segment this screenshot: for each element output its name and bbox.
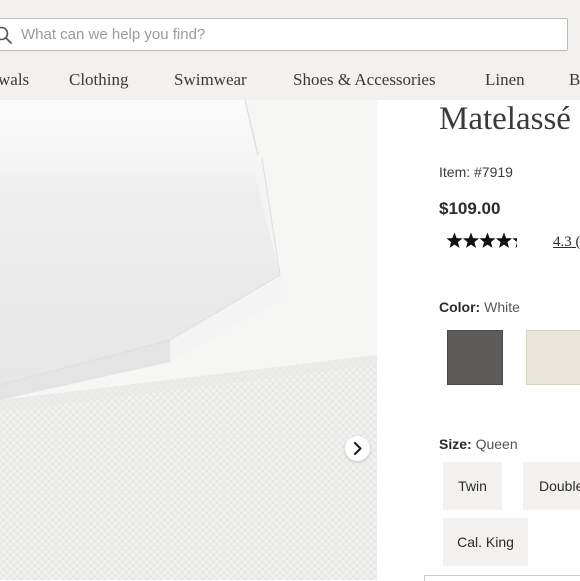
site-header: wals Clothing Swimwear Shoes & Accessori… <box>0 0 580 100</box>
carousel-next-button[interactable] <box>345 436 370 461</box>
nav-item-linen[interactable]: Linen <box>485 70 525 90</box>
color-swatch-white[interactable] <box>526 330 580 385</box>
size-option-twin[interactable]: Twin <box>443 462 502 510</box>
product-photo <box>0 100 377 580</box>
nav-item-shoes-accessories[interactable]: Shoes & Accessories <box>293 70 436 90</box>
item-number: Item: #7919 <box>439 164 513 180</box>
search-input[interactable] <box>21 19 541 50</box>
nav-item-swimwear[interactable]: Swimwear <box>174 70 247 90</box>
product-price: $109.00 <box>439 199 501 218</box>
star-rating <box>446 232 517 248</box>
product-image[interactable] <box>0 100 377 580</box>
size-option-double[interactable]: Double <box>523 462 580 510</box>
star-icon <box>479 232 496 248</box>
reviews-link[interactable]: 4.3 ( <box>553 234 580 251</box>
drawer-panel-edge <box>424 575 580 581</box>
star-icon <box>446 232 463 248</box>
category-nav: wals Clothing Swimwear Shoes & Accessori… <box>0 70 580 90</box>
nav-item-clothing[interactable]: Clothing <box>69 70 129 90</box>
color-label: Color: White <box>439 299 520 315</box>
nav-item-wals[interactable]: wals <box>0 70 29 90</box>
size-label: Size: Queen <box>439 436 518 452</box>
star-icon <box>495 232 513 248</box>
nav-item-more[interactable]: B <box>569 70 580 90</box>
size-option-cal-king[interactable]: Cal. King <box>443 518 528 566</box>
chevron-right-icon <box>353 441 362 456</box>
star-icon <box>462 232 480 248</box>
search-bar[interactable] <box>0 18 568 51</box>
search-icon <box>0 26 12 44</box>
color-swatch-charcoal[interactable] <box>447 330 503 385</box>
product-title: Matelassé <box>439 101 571 137</box>
star-icon <box>512 238 517 248</box>
